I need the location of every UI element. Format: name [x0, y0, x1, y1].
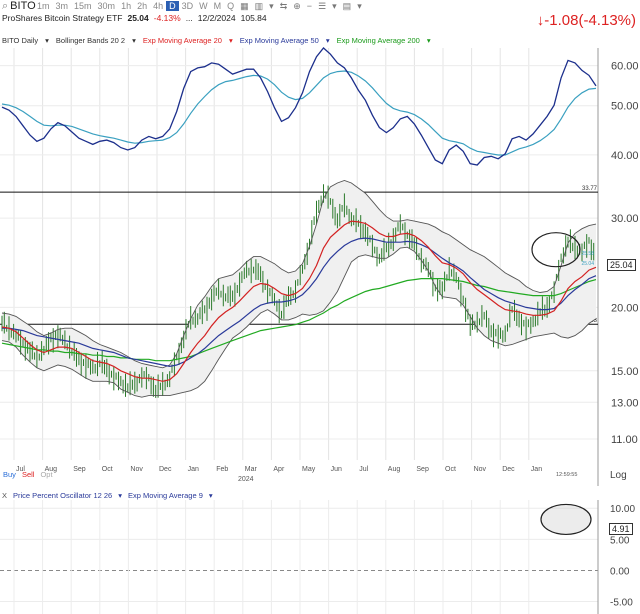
symbol-label: BITO — [10, 0, 36, 12]
study-ema200[interactable]: Exp Moving Average 200 — [337, 36, 420, 45]
x-tick-label: Dec — [502, 466, 515, 473]
osc-y-tick-label: 0.00 — [610, 566, 630, 577]
x-tick-label: Apr — [273, 466, 285, 473]
x-tick-label: May — [302, 466, 316, 473]
timeframe-4h[interactable]: 4h — [150, 1, 166, 11]
chart-type-icon[interactable]: ▥ — [252, 1, 267, 12]
timeframe-d[interactable]: D — [166, 1, 179, 11]
study-legend: BITO Daily ▾ Bollinger Bands 20 2 ▾ Exp … — [0, 34, 600, 46]
opt-button[interactable]: Opt — [40, 470, 52, 479]
layers-icon[interactable]: ☰ — [315, 1, 329, 12]
study-symbol-period[interactable]: BITO Daily — [2, 36, 38, 45]
timeframe-q[interactable]: Q — [224, 1, 237, 11]
band-value-label: 25.58 — [581, 251, 594, 257]
clock-label: 12:59:55 — [556, 472, 578, 478]
y-tick-label: 30.00 — [611, 213, 639, 225]
chevron-down-icon[interactable]: ▾ — [132, 36, 136, 45]
oscillator-chart[interactable]: 10.00 5.00 0.00 -5.00 — [0, 500, 640, 614]
chevron-down-icon[interactable]: ▾ — [326, 36, 330, 45]
search-icon: ⌕ — [2, 0, 9, 12]
chevron-down-icon[interactable]: ▾ — [45, 36, 49, 45]
x-tick-label: Jul — [359, 466, 368, 473]
y-tick-label: 15.00 — [611, 366, 639, 378]
x-tick-label: Oct — [445, 466, 456, 473]
x-sub-label: 2024 — [238, 476, 254, 483]
timeframe-30m[interactable]: 30m — [95, 1, 119, 11]
chevron-down-icon[interactable]: ▾ — [329, 1, 340, 12]
calendar-icon[interactable]: ▦ — [237, 1, 252, 12]
bollinger-fill — [2, 180, 596, 398]
osc-y-tick-label: 10.00 — [610, 504, 635, 515]
timeframe-selector: 1m 3m 15m 30m 1h 2h 4h D 3D W M Q — [34, 1, 237, 11]
timeframe-w[interactable]: W — [196, 1, 211, 11]
timeframe-3d[interactable]: 3D — [179, 1, 197, 11]
timeframe-3m[interactable]: 3m — [53, 1, 72, 11]
timeframe-15m[interactable]: 15m — [71, 1, 95, 11]
x-tick-label: Jun — [331, 466, 342, 473]
x-tick-label: Sep — [416, 466, 429, 473]
minus-icon[interactable]: − — [304, 1, 315, 11]
y-tick-label: 40.00 — [611, 150, 639, 162]
timeframe-2h[interactable]: 2h — [134, 1, 150, 11]
x-tick-label: Aug — [388, 466, 401, 473]
log-scale-toggle[interactable]: Log — [610, 470, 627, 481]
chevron-down-icon[interactable]: ▾ — [209, 491, 213, 500]
quote-date: 12/2/2024 — [197, 13, 236, 23]
trade-buttons: Buy Sell Opt — [0, 470, 53, 479]
y-tick-label: 11.00 — [611, 434, 638, 446]
chevron-down-icon[interactable]: ▾ — [266, 1, 277, 12]
x-tick-label: Sep — [73, 466, 86, 473]
x-tick-label: Dec — [159, 466, 172, 473]
y-tick-label: 50.00 — [611, 101, 639, 113]
x-tick-label: Jan — [531, 466, 542, 473]
horizontal-level-label: 33.77 — [582, 186, 598, 192]
study-ema20[interactable]: Exp Moving Average 20 — [143, 36, 222, 45]
x-tick-label: Jan — [188, 466, 199, 473]
x-tick-label: Mar — [245, 466, 258, 473]
quote-ellipsis: ... — [185, 13, 193, 23]
chevron-down-icon[interactable]: ▾ — [118, 491, 122, 500]
chevron-down-icon[interactable]: ▾ — [354, 1, 365, 12]
instrument-name: ProShares Bitcoin Strategy ETF — [2, 13, 123, 23]
ppo-signal-line — [1, 70, 597, 156]
chart-toolbar: ⌕ BITO 1m 3m 15m 30m 1h 2h 4h D 3D W M Q ▦ ▥ ▾ ⇆ ⊕ … — [0, 0, 640, 12]
chevron-down-icon[interactable]: ▾ — [229, 36, 233, 45]
quote-volume: 105.84 — [240, 13, 267, 23]
zoom-icon[interactable]: ⊕ — [290, 1, 304, 12]
timeframe-1m[interactable]: 1m — [34, 1, 53, 11]
price-chart[interactable]: Jul Aug Sep Oct Nov Dec Jan Feb Mar Apr May Jun Jul A… — [0, 46, 640, 486]
x-tick-label: Feb — [216, 466, 228, 473]
change-percent: -4.13% — [153, 13, 181, 23]
x-tick-label: Nov — [130, 466, 143, 473]
timeframe-1h[interactable]: 1h — [118, 1, 134, 11]
sell-button[interactable]: Sell — [22, 470, 35, 479]
x-tick-label: Oct — [102, 466, 113, 473]
band-value-label: 25.04 — [581, 261, 594, 267]
y-tick-label: 20.00 — [611, 302, 639, 314]
grid-icon[interactable]: ▤ — [340, 1, 355, 12]
last-price-tag: 25.04 — [607, 259, 636, 271]
osc-y-tick-label: -5.00 — [610, 598, 633, 609]
last-price: 25.04 — [127, 13, 149, 23]
timeframe-m[interactable]: M — [211, 1, 225, 11]
y-tick-label: 13.00 — [611, 397, 639, 409]
osc-highlight-ellipse — [540, 503, 592, 536]
symbol-field[interactable]: ⌕ BITO — [0, 0, 36, 13]
sync-icon[interactable]: ⇆ — [277, 1, 291, 12]
study-ppo[interactable]: Price Percent Oscillator 12 26 — [13, 491, 112, 500]
chevron-down-icon[interactable]: ▾ — [427, 36, 431, 45]
osc-y-tick-label: 5.00 — [610, 535, 630, 546]
study-bollinger[interactable]: Bollinger Bands 20 2 — [56, 36, 125, 45]
study-ppo-signal[interactable]: Exp Moving Average 9 — [128, 491, 203, 500]
close-icon[interactable]: X — [2, 491, 7, 500]
study-ema50[interactable]: Exp Moving Average 50 — [240, 36, 319, 45]
big-change-readout: ↓-1.08(-4.13%) — [536, 12, 636, 29]
y-tick-label: 60.00 — [611, 61, 639, 73]
buy-button[interactable]: Buy — [3, 470, 16, 479]
x-tick-label: Nov — [474, 466, 487, 473]
